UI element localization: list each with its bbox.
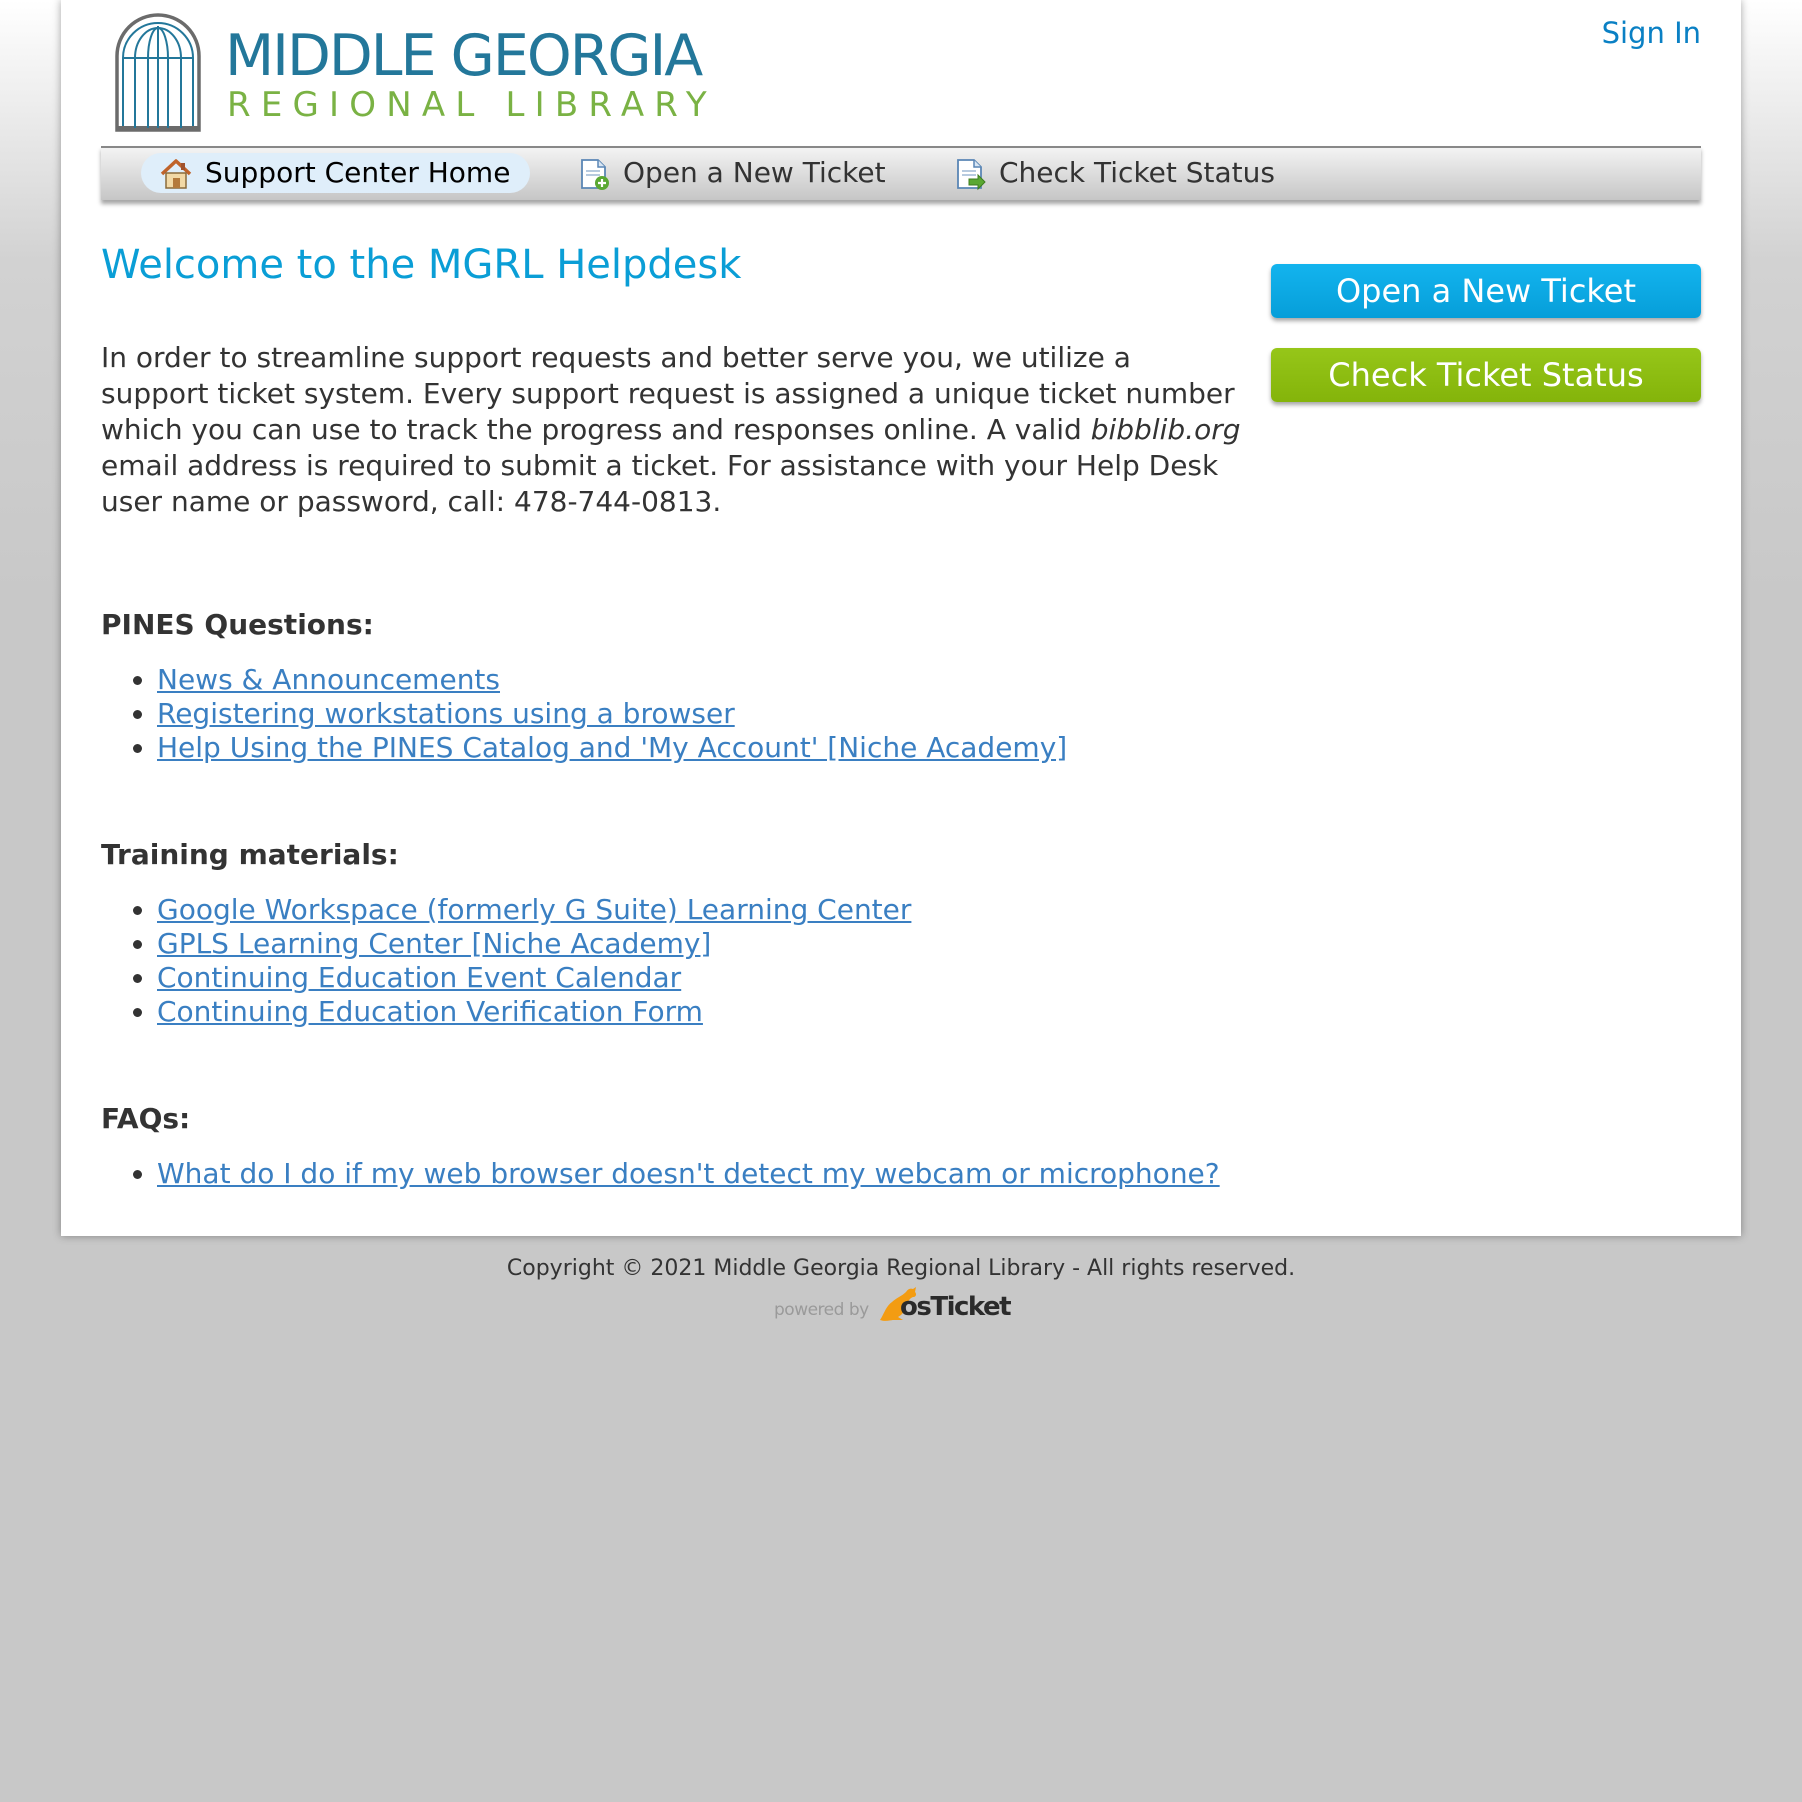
arch-window-icon bbox=[115, 13, 201, 132]
nav-status-label: Check Ticket Status bbox=[999, 156, 1275, 189]
footer-copyright: Copyright © 2021 Middle Georgia Regional… bbox=[506, 1256, 1296, 1281]
nav-home-label: Support Center Home bbox=[205, 156, 511, 189]
ticket-status-icon bbox=[957, 159, 986, 191]
page-container: MIDDLE GEORGIA REGIONAL LIBRARY Sign In … bbox=[61, 0, 1741, 1236]
nav-support-center-home[interactable]: Support Center Home bbox=[141, 153, 531, 193]
sign-in-link[interactable]: Sign In bbox=[1602, 16, 1701, 50]
main-nav: Support Center Home Open a New Ticket Ch… bbox=[101, 146, 1701, 200]
list-item: News & Announcements bbox=[157, 663, 1067, 697]
list-item: GPLS Learning Center [Niche Academy] bbox=[157, 927, 911, 961]
home-icon bbox=[160, 159, 192, 189]
pines-section-title: PINES Questions: bbox=[101, 608, 374, 641]
intro-domain: bibblib.org bbox=[1090, 413, 1241, 446]
powered-by-label: powered by bbox=[774, 1300, 869, 1320]
gpls-learning-center-link[interactable]: GPLS Learning Center [Niche Academy] bbox=[157, 927, 711, 960]
nav-open-new-ticket[interactable]: Open a New Ticket bbox=[559, 153, 906, 193]
page-title: Welcome to the MGRL Helpdesk bbox=[101, 242, 742, 288]
pines-link-list: News & Announcements Registering worksta… bbox=[101, 663, 1067, 765]
training-link-list: Google Workspace (formerly G Suite) Lear… bbox=[101, 893, 911, 1029]
intro-text-start: In order to streamline support requests … bbox=[101, 341, 1235, 446]
ce-verification-form-link[interactable]: Continuing Education Verification Form bbox=[157, 995, 703, 1028]
osticket-brand: osTicket bbox=[900, 1292, 1012, 1322]
list-item: Continuing Education Verification Form bbox=[157, 995, 911, 1029]
pines-catalog-help-link[interactable]: Help Using the PINES Catalog and 'My Acc… bbox=[157, 731, 1067, 764]
list-item: Registering workstations using a browser bbox=[157, 697, 1067, 731]
news-announcements-link[interactable]: News & Announcements bbox=[157, 663, 500, 696]
logo-subtitle: REGIONAL LIBRARY bbox=[227, 85, 717, 125]
library-logo[interactable]: MIDDLE GEORGIA REGIONAL LIBRARY bbox=[113, 12, 707, 132]
check-ticket-status-button[interactable]: Check Ticket Status bbox=[1271, 348, 1701, 402]
intro-text-end: email address is required to submit a ti… bbox=[101, 449, 1219, 518]
logo-title: MIDDLE GEORGIA bbox=[225, 23, 703, 89]
ce-event-calendar-link[interactable]: Continuing Education Event Calendar bbox=[157, 961, 681, 994]
list-item: Help Using the PINES Catalog and 'My Acc… bbox=[157, 731, 1067, 765]
list-item: Continuing Education Event Calendar bbox=[157, 961, 911, 995]
training-section-title: Training materials: bbox=[101, 838, 399, 871]
webcam-faq-link[interactable]: What do I do if my web browser doesn't d… bbox=[157, 1157, 1220, 1190]
google-workspace-link[interactable]: Google Workspace (formerly G Suite) Lear… bbox=[157, 893, 911, 926]
new-ticket-icon bbox=[581, 159, 609, 190]
open-new-ticket-button[interactable]: Open a New Ticket bbox=[1271, 264, 1701, 318]
nav-open-label: Open a New Ticket bbox=[623, 156, 886, 189]
powered-by-osticket-link[interactable]: powered by osTicket bbox=[774, 1284, 1012, 1324]
registering-workstations-link[interactable]: Registering workstations using a browser bbox=[157, 697, 735, 730]
intro-paragraph: In order to streamline support requests … bbox=[101, 340, 1241, 520]
nav-check-ticket-status[interactable]: Check Ticket Status bbox=[935, 153, 1295, 193]
faq-link-list: What do I do if my web browser doesn't d… bbox=[101, 1157, 1220, 1191]
list-item: What do I do if my web browser doesn't d… bbox=[157, 1157, 1220, 1191]
faq-section-title: FAQs: bbox=[101, 1102, 191, 1135]
list-item: Google Workspace (formerly G Suite) Lear… bbox=[157, 893, 911, 927]
